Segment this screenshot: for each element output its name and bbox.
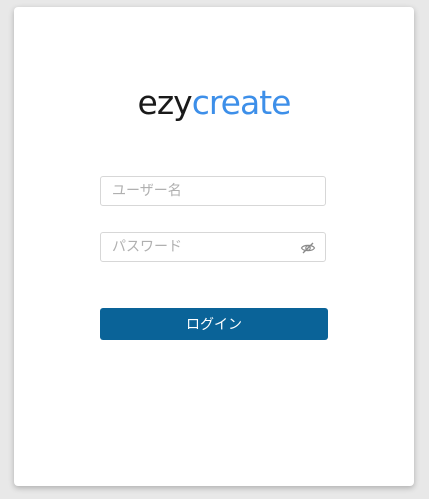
- login-card: ezycreate ログイン: [14, 7, 414, 486]
- logo-text-dark: ezy: [137, 83, 193, 122]
- password-input[interactable]: [101, 233, 325, 261]
- login-button[interactable]: ログイン: [100, 308, 328, 340]
- ezycreate-logo: ezycreate: [14, 83, 414, 123]
- username-input[interactable]: [101, 177, 325, 205]
- eye-slash-icon[interactable]: [300, 240, 316, 256]
- password-field[interactable]: [100, 232, 326, 262]
- username-field[interactable]: [100, 176, 326, 206]
- logo-text-light: create: [191, 83, 292, 122]
